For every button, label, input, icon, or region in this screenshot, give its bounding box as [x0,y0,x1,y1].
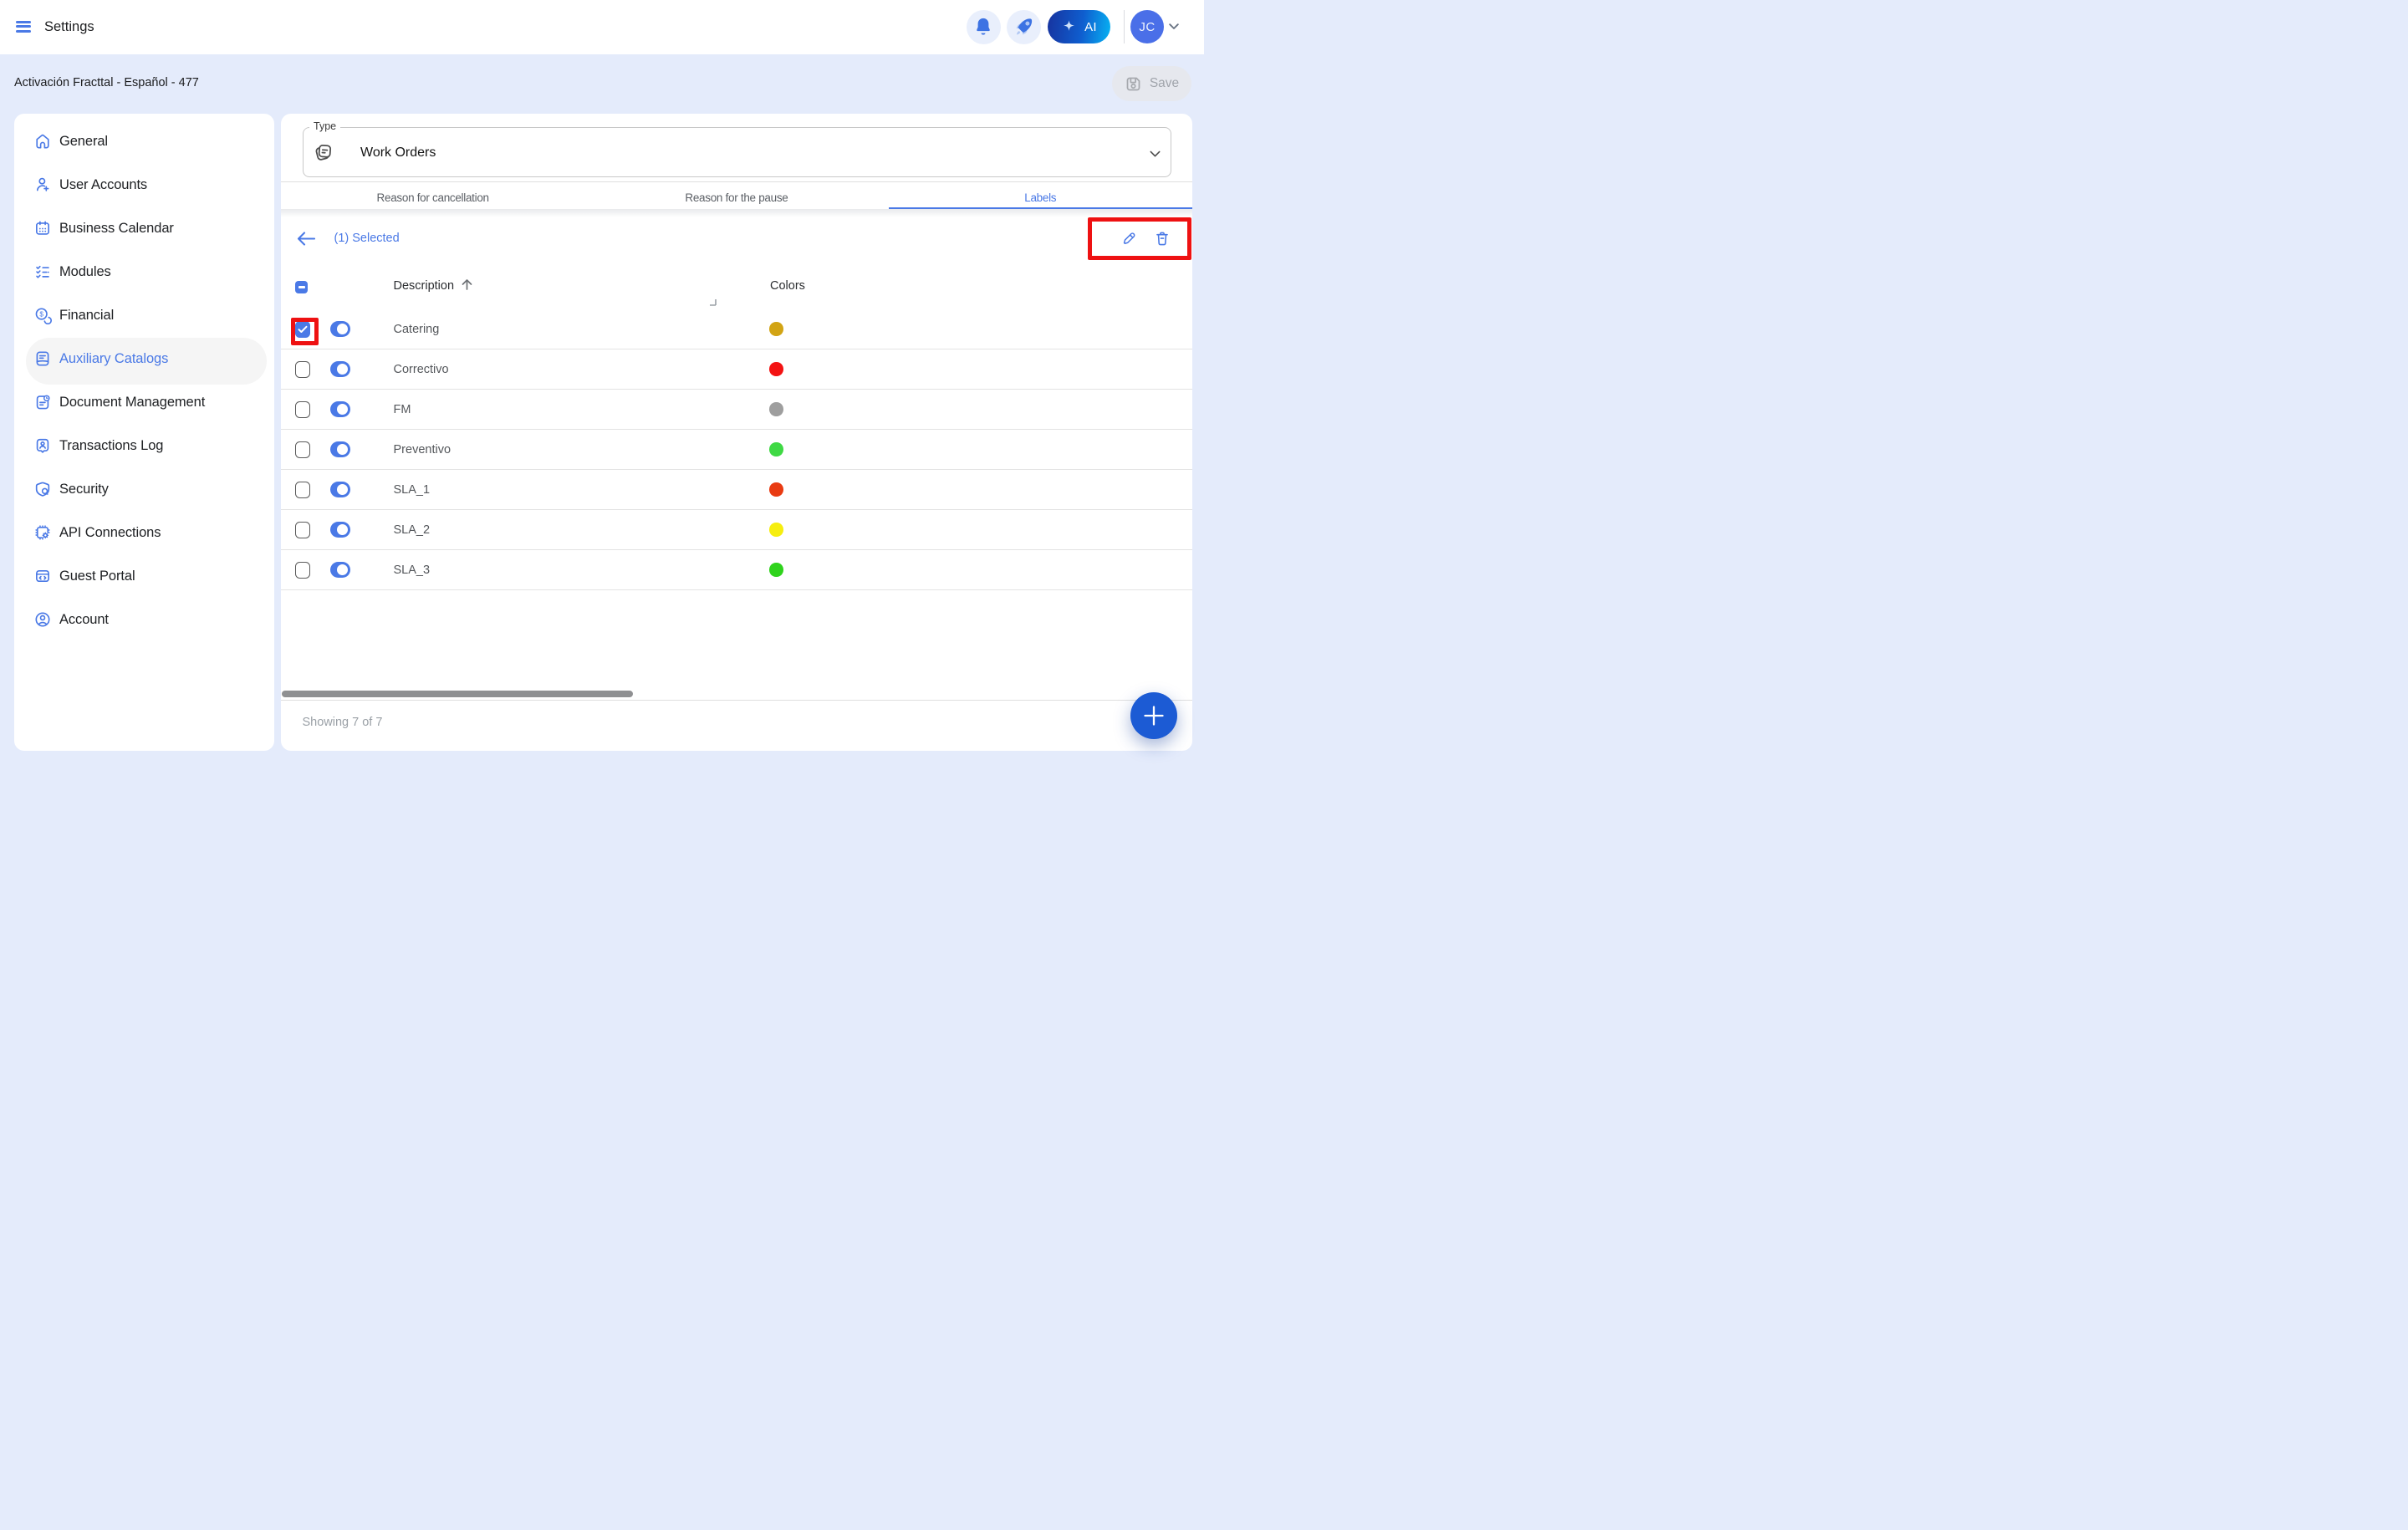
svg-text:$: $ [39,310,43,318]
